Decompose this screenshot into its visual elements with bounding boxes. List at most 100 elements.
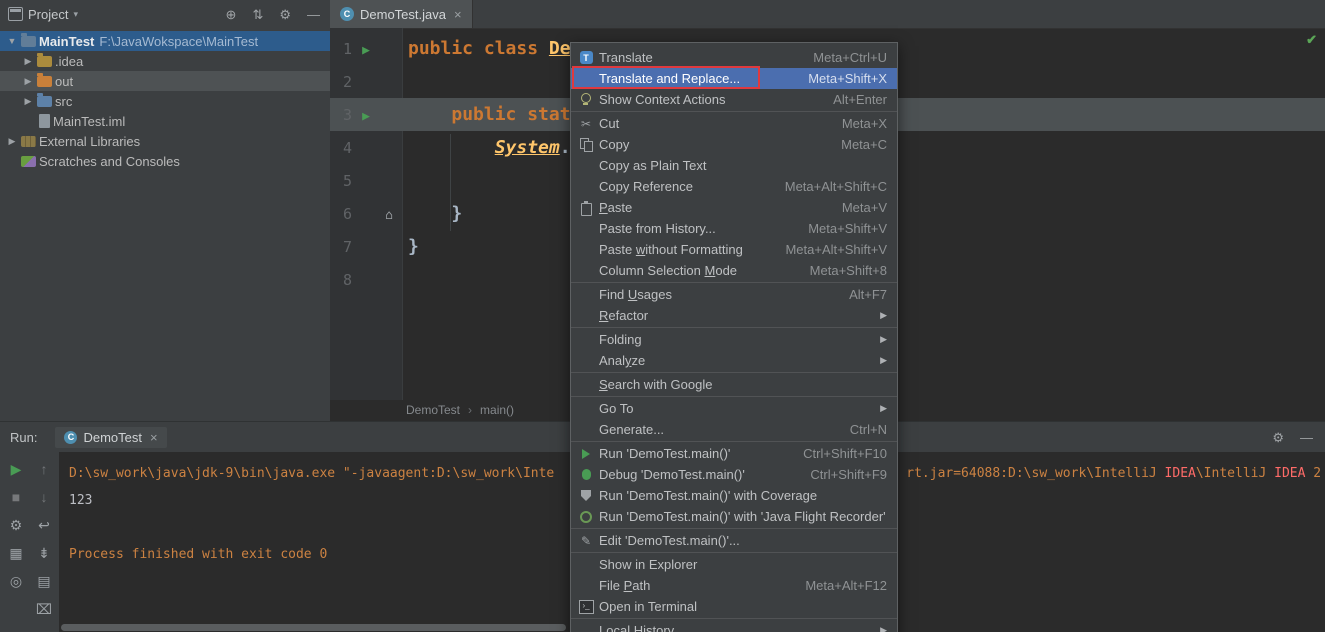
menu-item-file-path[interactable]: File PathMeta+Alt+F12 [571,575,897,596]
run-gutter-icon[interactable]: ▶ [362,109,370,124]
menu-separator [571,396,897,397]
breadcrumb-item-method[interactable]: main() [480,403,514,417]
tree-item-scratches-and-consoles[interactable]: Scratches and Consoles [0,151,330,171]
menu-icon-slot [576,308,596,324]
code-text[interactable]: } [402,203,462,224]
menu-item-paste-without-formatting[interactable]: Paste without FormattingMeta+Alt+Shift+V [571,239,897,260]
rerun-icon[interactable]: ▶ [11,460,22,478]
scroll-end-icon[interactable]: ⇟ [38,544,50,562]
menu-item-paste[interactable]: PasteMeta+V [571,197,897,218]
chevron-down-icon[interactable]: ▾ [73,9,78,20]
soft-wrap-icon[interactable]: ↩ [38,516,50,534]
bulb-icon [578,92,594,108]
menu-item-generate[interactable]: Generate...Ctrl+N [571,419,897,440]
expand-arrow-icon[interactable]: ▶ [20,76,36,87]
editor-tab-bar: DemoTest.java × [330,0,1325,29]
collapse-all-icon[interactable]: ⇅ [252,8,263,21]
menu-item-label: Copy Reference [599,179,693,194]
settings-icon[interactable]: ⚙ [10,516,23,534]
menu-item-run-demotest-main-with-java-flight-recorder[interactable]: Run 'DemoTest.main()' with 'Java Flight … [571,506,897,527]
menu-item-open-in-terminal[interactable]: Open in Terminal [571,596,897,617]
expand-arrow-icon[interactable]: ▶ [20,56,36,67]
console-text: 123 [69,493,92,508]
up-stack-icon[interactable]: ↑ [41,460,48,478]
menu-icon-slot [576,401,596,417]
close-icon[interactable]: × [150,430,158,445]
menu-item-show-context-actions[interactable]: Show Context ActionsAlt+Enter [571,89,897,110]
close-icon[interactable]: × [454,7,462,22]
menu-item-find-usages[interactable]: Find UsagesAlt+F7 [571,284,897,305]
layout-icon[interactable]: ▦ [9,544,22,562]
menu-item-label: Copy as Plain Text [599,158,706,173]
menu-item-folding[interactable]: Folding▶ [571,329,897,350]
inspections-status-icon: ✔ [1306,32,1317,48]
console-text: D:\sw_work\java\jdk-9\bin\java.exe "-jav… [69,466,554,481]
menu-icon-slot [576,50,596,66]
menu-item-column-selection-mode[interactable]: Column Selection ModeMeta+Shift+8 [571,260,897,281]
menu-item-debug-demotest-main[interactable]: Debug 'DemoTest.main()'Ctrl+Shift+F9 [571,464,897,485]
pin-icon[interactable]: ◎ [10,572,22,590]
project-icon [21,36,36,47]
down-stack-icon[interactable]: ↓ [41,488,48,506]
menu-item-show-in-explorer[interactable]: Show in Explorer [571,554,897,575]
tree-item-maintest[interactable]: ▼MainTest F:\JavaWokspace\MainTest [0,31,330,51]
horizontal-scrollbar-thumb[interactable] [61,624,566,631]
project-panel-title[interactable]: Project [28,7,68,22]
code-text[interactable]: public stat [402,104,571,125]
settings-icon[interactable]: ⚙ [1272,431,1284,444]
code-text[interactable]: System. [402,137,571,158]
debug-icon [578,467,594,483]
hide-icon[interactable]: — [307,8,320,21]
expand-arrow-icon[interactable]: ▶ [20,96,36,107]
tree-item-out[interactable]: ▶ out [0,71,330,91]
tree-item-src[interactable]: ▶src [0,91,330,111]
code-text[interactable]: } [402,236,419,257]
menu-item-copy-reference[interactable]: Copy ReferenceMeta+Alt+Shift+C [571,176,897,197]
settings-icon[interactable]: ⚙ [279,8,291,21]
breadcrumb-item-class[interactable]: DemoTest [406,403,460,417]
menu-item-refactor[interactable]: Refactor▶ [571,305,897,326]
menu-item-translate[interactable]: TranslateMeta+Ctrl+U [571,47,897,68]
tree-item-external-libraries[interactable]: ▶External Libraries [0,131,330,151]
console-text: \IntelliJ [1196,466,1274,481]
delete-icon[interactable]: ⌧ [36,600,52,618]
menu-item-copy-as-plain-text[interactable]: Copy as Plain Text [571,155,897,176]
code-text[interactable]: public class De [402,38,571,59]
translate-icon [580,51,593,64]
line-number: 3 [330,106,352,124]
line-number: 5 [330,172,352,190]
scratches-icon [21,156,36,167]
folder-out-icon [37,76,52,87]
menu-item-analyze[interactable]: Analyze▶ [571,350,897,371]
menu-item-cut[interactable]: CutMeta+X [571,113,897,134]
menu-item-search-with-google[interactable]: Search with Google [571,374,897,395]
menu-item-run-demotest-main-with-coverage[interactable]: Run 'DemoTest.main()' with Coverage [571,485,897,506]
tree-item-label: out [55,74,73,89]
expand-arrow-icon[interactable]: ▼ [4,36,20,46]
hide-icon[interactable]: — [1300,431,1313,444]
menu-item-shortcut: Meta+Shift+V [788,221,887,236]
project-tree: ▼MainTest F:\JavaWokspace\MainTest▶.idea… [0,28,330,171]
menu-separator [571,618,897,619]
run-tab-demotest[interactable]: DemoTest × [55,427,166,448]
locate-icon[interactable]: ⊕ [226,8,237,21]
tab-demotest-java[interactable]: DemoTest.java × [330,0,473,28]
submenu-arrow-icon: ▶ [880,334,887,345]
print-icon[interactable]: ▤ [37,572,50,590]
menu-item-shortcut: Meta+Shift+8 [790,263,887,278]
menu-item-copy[interactable]: CopyMeta+C [571,134,897,155]
menu-item-edit-demotest-main[interactable]: Edit 'DemoTest.main()'... [571,530,897,551]
cut-icon [578,116,594,132]
menu-item-paste-from-history[interactable]: Paste from History...Meta+Shift+V [571,218,897,239]
menu-item-local-history[interactable]: Local History▶ [571,620,897,632]
stop-icon[interactable]: ■ [12,488,20,506]
expand-arrow-icon[interactable]: ▶ [4,136,20,147]
line-number: 8 [330,271,352,289]
menu-icon-slot [576,488,596,504]
menu-item-run-demotest-main[interactable]: Run 'DemoTest.main()'Ctrl+Shift+F10 [571,443,897,464]
run-gutter-icon[interactable]: ▶ [362,43,370,58]
tree-item-maintest-iml[interactable]: MainTest.iml [0,111,330,131]
menu-item-translate-and-replace[interactable]: Translate and Replace...Meta+Shift+X [571,68,897,89]
tree-item-idea[interactable]: ▶.idea [0,51,330,71]
menu-item-go-to[interactable]: Go To▶ [571,398,897,419]
